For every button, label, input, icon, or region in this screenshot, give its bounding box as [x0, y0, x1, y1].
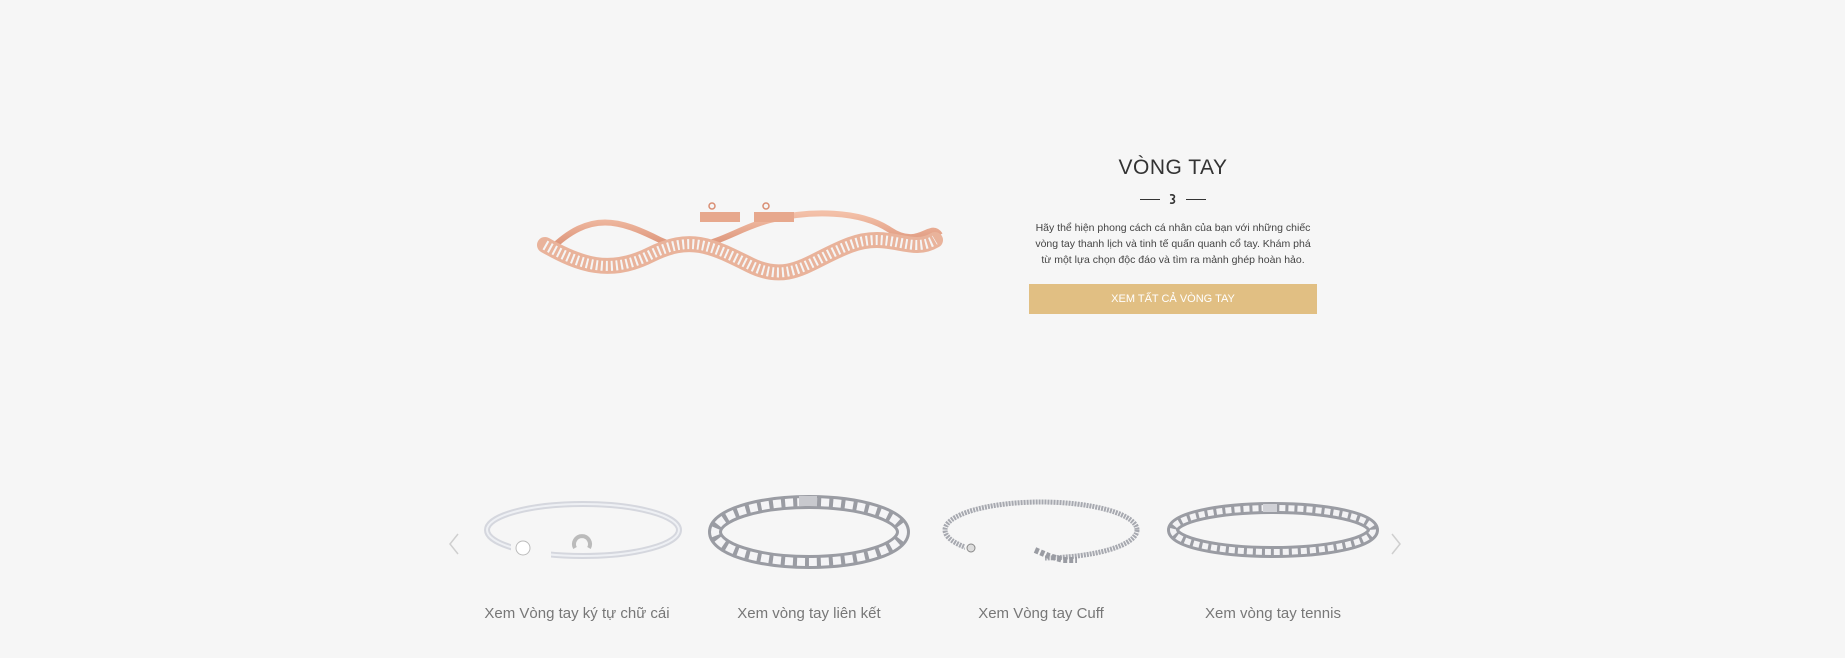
- link-bracelet-icon: [708, 495, 910, 569]
- chevron-left-icon: [449, 533, 459, 555]
- category-tennis-bracelet[interactable]: Xem vòng tay tennis: [1157, 480, 1389, 630]
- category-caption: Xem vòng tay liên kết: [737, 605, 881, 622]
- rose-gold-wave-bracelet-icon: [537, 202, 943, 281]
- category-caption: Xem Vòng tay Cuff: [978, 605, 1104, 622]
- category-caption: Xem Vòng tay ký tự chữ cái: [484, 605, 670, 622]
- ornament-icon: [1169, 194, 1176, 204]
- carousel-next-button[interactable]: [1387, 532, 1405, 556]
- title-divider: [1138, 192, 1208, 206]
- hero-description: Hãy thể hiện phong cách cá nhân của bạn …: [1035, 222, 1311, 266]
- hero-bracelet-image: [530, 190, 950, 300]
- bracelet-category-carousel: Xem Vòng tay ký tự chữ cái Xem vòng tay …: [445, 480, 1405, 630]
- category-letter-bracelet[interactable]: Xem Vòng tay ký tự chữ cái: [461, 480, 693, 630]
- letter-bangle-image: [471, 490, 683, 570]
- divider-line-left: [1140, 198, 1160, 200]
- hero-title: VÒNG TAY: [1118, 156, 1228, 179]
- letter-bangle-icon: [484, 501, 682, 564]
- cuff-bracelet-icon: [942, 499, 1140, 564]
- tennis-bracelet-image: [1167, 490, 1379, 570]
- chevron-right-icon: [1391, 533, 1401, 555]
- divider-line-right: [1186, 198, 1206, 200]
- hero-text-block: VÒNG TAY Hãy thể hiện phong cách cá nhân…: [1028, 156, 1318, 314]
- category-link-bracelet[interactable]: Xem vòng tay liên kết: [693, 480, 925, 630]
- category-caption: Xem vòng tay tennis: [1205, 605, 1341, 622]
- cuff-bracelet-image: [935, 490, 1147, 570]
- view-all-bracelets-button[interactable]: XEM TẤT CẢ VÒNG TAY: [1029, 284, 1317, 314]
- link-bracelet-image: [703, 490, 915, 570]
- carousel-track: Xem Vòng tay ký tự chữ cái Xem vòng tay …: [461, 480, 1389, 630]
- page: VÒNG TAY Hãy thể hiện phong cách cá nhân…: [0, 0, 1845, 658]
- tennis-bracelet-icon: [1167, 502, 1379, 558]
- category-cuff-bracelet[interactable]: Xem Vòng tay Cuff: [925, 480, 1157, 630]
